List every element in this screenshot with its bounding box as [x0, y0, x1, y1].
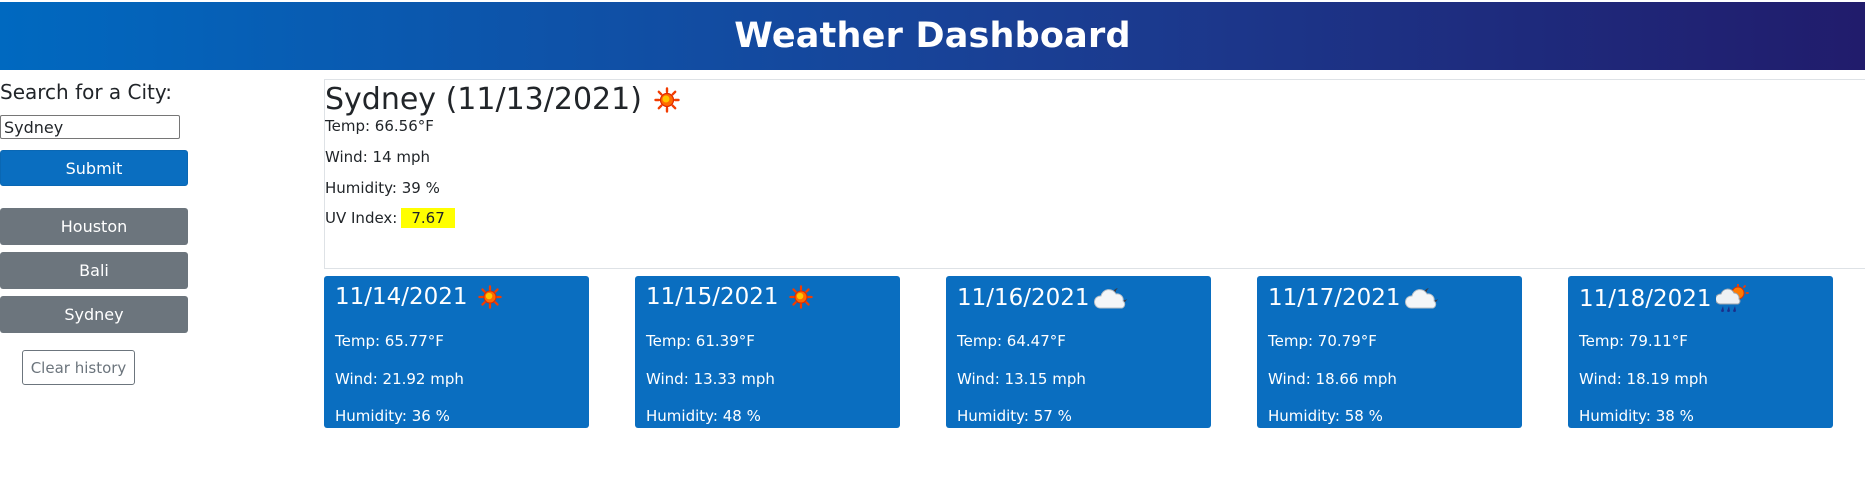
current-city-date: Sydney (11/13/2021) — [325, 82, 642, 117]
current-humidity: Humidity: 39 % — [325, 179, 440, 197]
forecast-humidity: Humidity: 57 % — [957, 407, 1072, 425]
forecast-wind: Wind: 21.92 mph — [335, 370, 464, 388]
sun-icon — [788, 285, 813, 309]
history-button-sydney[interactable]: Sydney — [0, 296, 188, 333]
forecast-wind: Wind: 18.19 mph — [1579, 370, 1708, 388]
forecast-date: 11/16/2021 — [957, 285, 1090, 311]
city-search-input[interactable] — [0, 115, 180, 139]
forecast-temp: Temp: 65.77°F — [335, 332, 444, 350]
current-uv-row: UV Index: 7.67 — [325, 208, 455, 228]
forecast-heading: 11/17/2021 — [1268, 284, 1445, 312]
search-label: Search for a City: — [0, 80, 173, 104]
rain-sun-icon — [1715, 284, 1750, 314]
forecast-humidity: Humidity: 36 % — [335, 407, 450, 425]
forecast-temp: Temp: 61.39°F — [646, 332, 755, 350]
cloud-moon-icon — [1404, 284, 1445, 312]
forecast-temp: Temp: 70.79°F — [1268, 332, 1377, 350]
forecast-wind: Wind: 13.15 mph — [957, 370, 1086, 388]
forecast-temp: Temp: 79.11°F — [1579, 332, 1688, 350]
forecast-wind: Wind: 18.66 mph — [1268, 370, 1397, 388]
forecast-temp: Temp: 64.47°F — [957, 332, 1066, 350]
sun-icon — [654, 86, 680, 113]
forecast-card: 11/16/2021 Temp: 64.47°F Wind: 13.15 mph… — [946, 276, 1211, 428]
forecast-humidity: Humidity: 48 % — [646, 407, 761, 425]
history-button-houston[interactable]: Houston — [0, 208, 188, 245]
cloud-moon-icon — [1093, 284, 1134, 312]
current-wind: Wind: 14 mph — [325, 148, 431, 166]
uv-label: UV Index: — [325, 209, 398, 227]
forecast-date: 11/14/2021 — [335, 284, 468, 310]
forecast-humidity: Humidity: 58 % — [1268, 407, 1383, 425]
forecast-wind: Wind: 13.33 mph — [646, 370, 775, 388]
submit-button[interactable]: Submit — [0, 150, 188, 186]
current-weather-heading: Sydney (11/13/2021) — [325, 82, 680, 117]
sun-icon — [477, 285, 502, 309]
history-button-bali[interactable]: Bali — [0, 252, 188, 289]
clear-history-button[interactable]: Clear history — [22, 350, 135, 385]
forecast-humidity: Humidity: 38 % — [1579, 407, 1694, 425]
forecast-card: 11/14/2021 Temp: 65.77°F Wind: 21.92 mph… — [324, 276, 589, 428]
forecast-card: 11/15/2021 Temp: 61.39°F Wind: 13.33 mph… — [635, 276, 900, 428]
forecast-date: 11/18/2021 — [1579, 286, 1712, 312]
forecast-heading: 11/14/2021 — [335, 284, 502, 310]
forecast-date: 11/15/2021 — [646, 284, 779, 310]
current-weather-card: Sydney (11/13/2021) Temp: 66.56°F Wind: … — [324, 79, 1865, 269]
forecast-heading: 11/18/2021 — [1579, 284, 1750, 314]
page-header: Weather Dashboard — [0, 2, 1865, 70]
forecast-card: 11/17/2021 Temp: 70.79°F Wind: 18.66 mph… — [1257, 276, 1522, 428]
forecast-date: 11/17/2021 — [1268, 285, 1401, 311]
uv-index-badge: 7.67 — [401, 208, 455, 228]
current-temp: Temp: 66.56°F — [325, 117, 434, 135]
page-title: Weather Dashboard — [734, 16, 1131, 56]
forecast-heading: 11/15/2021 — [646, 284, 813, 310]
forecast-heading: 11/16/2021 — [957, 284, 1134, 312]
forecast-card: 11/18/2021 Temp: 79.11°F Wind: 18.19 mph… — [1568, 276, 1833, 428]
